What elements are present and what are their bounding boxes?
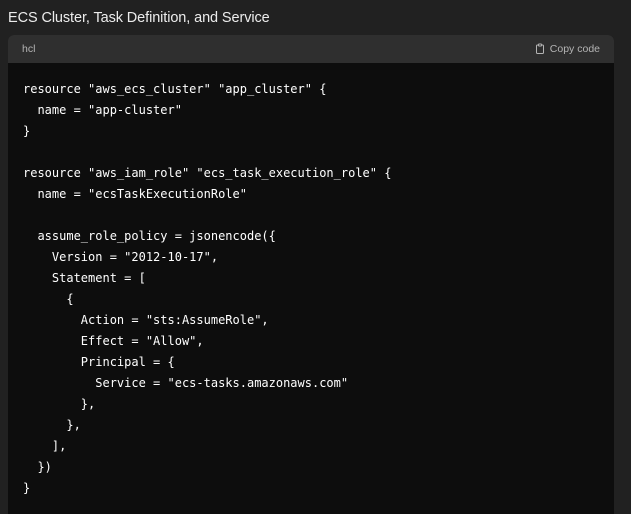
copy-code-label: Copy code bbox=[549, 43, 600, 55]
code-line: } bbox=[23, 481, 31, 495]
code-block: hcl Copy code resource "aws_ecs_cluster"… bbox=[8, 35, 614, 514]
code-line: ], bbox=[23, 439, 67, 453]
code-block-header: hcl Copy code bbox=[8, 35, 614, 63]
code-line: resource "aws_ecs_cluster" "app_cluster"… bbox=[23, 82, 327, 96]
copy-code-button[interactable]: Copy code bbox=[534, 43, 600, 55]
code-line: Statement = [ bbox=[23, 271, 146, 285]
code-line: name = "app-cluster" bbox=[23, 103, 182, 117]
code-line: Version = "2012-10-17", bbox=[23, 250, 219, 264]
code-line: Action = "sts:AssumeRole", bbox=[23, 313, 269, 327]
section-heading: ECS Cluster, Task Definition, and Servic… bbox=[8, 10, 270, 26]
code-line: }) bbox=[23, 460, 52, 474]
code-body: resource "aws_ecs_cluster" "app_cluster"… bbox=[8, 63, 614, 499]
code-content: resource "aws_ecs_cluster" "app_cluster"… bbox=[23, 79, 614, 499]
clipboard-icon bbox=[534, 43, 546, 55]
code-line: }, bbox=[23, 397, 96, 411]
code-line: assume_role_policy = jsonencode({ bbox=[23, 229, 276, 243]
code-line: name = "ecsTaskExecutionRole" bbox=[23, 187, 247, 201]
code-line: } bbox=[23, 124, 31, 138]
code-line: resource "aws_iam_role" "ecs_task_execut… bbox=[23, 166, 392, 180]
code-line: Service = "ecs-tasks.amazonaws.com" bbox=[23, 376, 349, 390]
code-line: Principal = { bbox=[23, 355, 175, 369]
code-line: { bbox=[23, 292, 74, 306]
code-line: Effect = "Allow", bbox=[23, 334, 204, 348]
code-line: }, bbox=[23, 418, 81, 432]
code-language-label: hcl bbox=[22, 43, 36, 55]
